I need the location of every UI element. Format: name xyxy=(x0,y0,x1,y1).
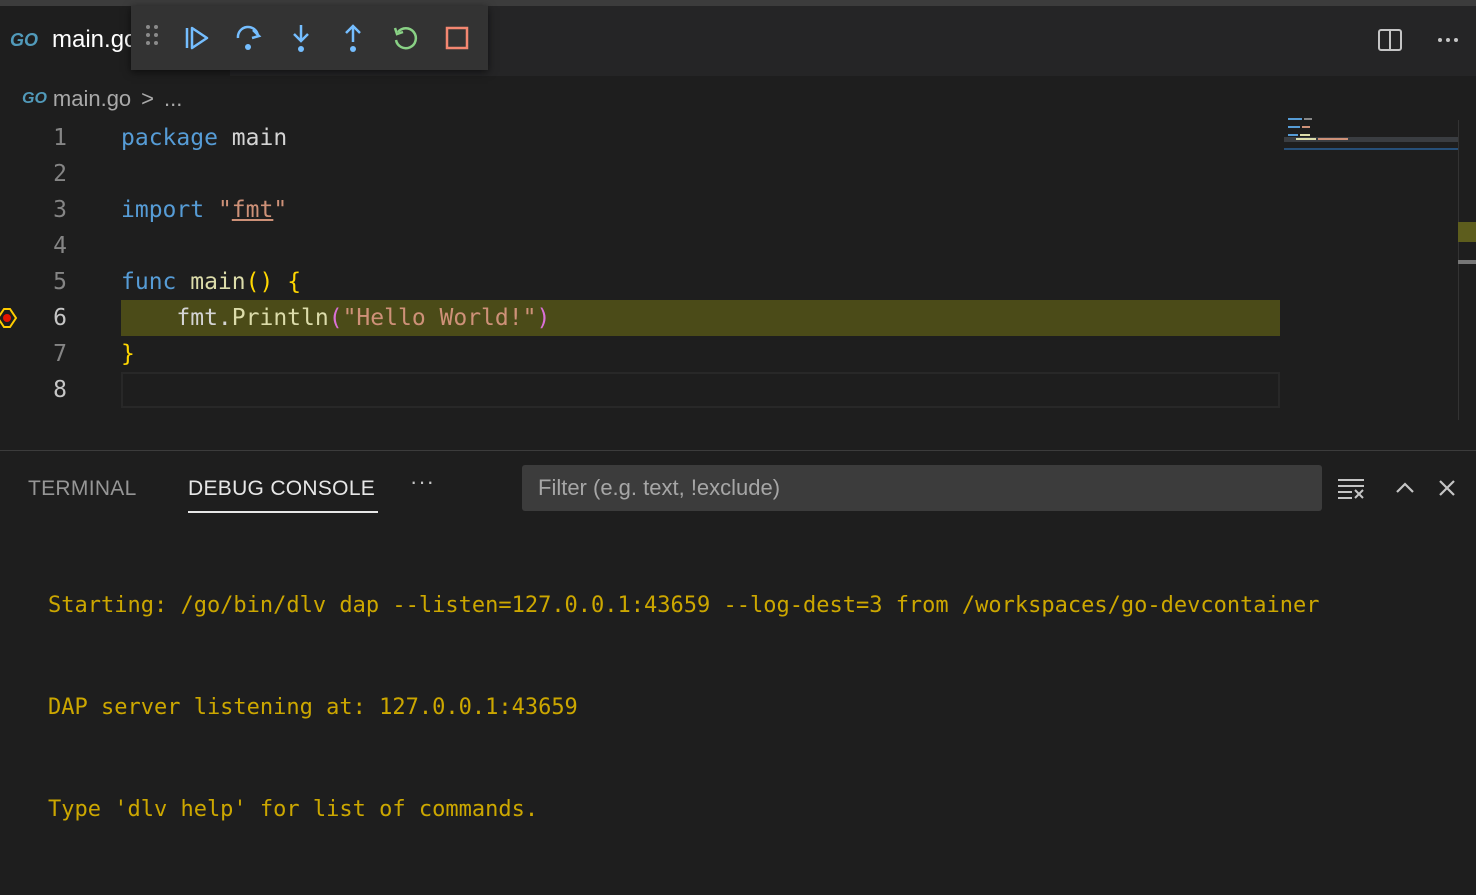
more-actions-icon[interactable] xyxy=(1434,26,1462,54)
step-into-button[interactable] xyxy=(275,18,327,58)
code-line: 5 func main() { xyxy=(0,264,1280,300)
filter-box xyxy=(522,465,1322,511)
continue-icon xyxy=(185,26,209,50)
stop-button[interactable] xyxy=(431,18,483,58)
code-line: 8 xyxy=(0,372,1280,408)
code-line: 7 } xyxy=(0,336,1280,372)
breadcrumb-symbol[interactable]: ... xyxy=(164,86,182,112)
line-number: 8 xyxy=(53,377,67,403)
line-number: 7 xyxy=(53,341,67,367)
paren: ) xyxy=(536,305,551,331)
go-file-icon: GO xyxy=(22,90,47,107)
clear-console-icon[interactable] xyxy=(1336,473,1366,503)
breadcrumb-file[interactable]: main.go xyxy=(53,86,131,112)
console-filter-input[interactable] xyxy=(536,474,1308,502)
bottom-panel: TERMINAL DEBUG CONSOLE ··· Starting: /go… xyxy=(0,450,1476,822)
continue-button[interactable] xyxy=(171,18,223,58)
paren: ( xyxy=(328,305,343,331)
code-line: 2 xyxy=(0,156,1280,192)
keyword: import xyxy=(121,197,205,223)
step-out-icon xyxy=(345,24,361,52)
package-ref: fmt. xyxy=(176,305,232,331)
keyword: func xyxy=(121,269,177,295)
drag-handle-icon[interactable] xyxy=(145,23,171,53)
console-line: Type 'dlv help' for list of commands. xyxy=(48,797,539,822)
stop-icon xyxy=(445,26,469,50)
string-quote: " xyxy=(273,197,288,223)
line-number: 2 xyxy=(53,161,67,187)
string-literal: "Hello World!" xyxy=(342,305,537,331)
brace: } xyxy=(121,341,135,367)
code-line: 4 xyxy=(0,228,1280,264)
editor-actions xyxy=(1376,26,1462,54)
split-editor-icon[interactable] xyxy=(1376,26,1404,54)
line-number: 1 xyxy=(53,125,67,151)
tab-label: main.go xyxy=(52,26,138,53)
scrollbar-current-line-marker xyxy=(1458,222,1476,242)
maximize-panel-icon[interactable] xyxy=(1390,473,1420,503)
debug-console-output: Starting: /go/bin/dlv dap --listen=127.0… xyxy=(48,521,1320,895)
step-out-button[interactable] xyxy=(327,18,379,58)
panel-more-icon[interactable]: ··· xyxy=(410,469,435,495)
code-line: 3 import "fmt" xyxy=(0,192,1280,228)
line-number: 4 xyxy=(53,233,67,259)
console-line: Starting: /go/bin/dlv dap --listen=127.0… xyxy=(48,593,1320,618)
minimap[interactable] xyxy=(1284,116,1458,156)
step-over-button[interactable] xyxy=(223,18,275,58)
step-into-icon xyxy=(293,25,309,52)
editor-scrollbar[interactable] xyxy=(1458,120,1476,420)
cursor-line-border xyxy=(121,372,1280,408)
restart-button[interactable] xyxy=(379,18,431,58)
restart-icon xyxy=(393,27,418,50)
debug-toolbar xyxy=(131,6,488,70)
tab-debug-console[interactable]: DEBUG CONSOLE xyxy=(188,477,375,501)
identifier: main xyxy=(217,125,288,151)
string-quote: " xyxy=(204,197,232,223)
console-line: DAP server listening at: 127.0.0.1:43659 xyxy=(48,695,578,720)
import-path: fmt xyxy=(231,197,274,223)
line-number: 5 xyxy=(53,269,67,295)
active-tab-indicator xyxy=(188,511,378,513)
code-line-current: 6 fmt.Println("Hello World!") xyxy=(0,300,1280,336)
paren: () xyxy=(245,269,274,295)
tab-terminal[interactable]: TERMINAL xyxy=(28,477,137,501)
line-number: 3 xyxy=(53,197,67,223)
function-name: main xyxy=(176,269,246,295)
scrollbar-cursor-marker xyxy=(1458,260,1476,264)
brace: { xyxy=(273,269,302,295)
keyword: package xyxy=(121,125,218,151)
go-file-icon: GO xyxy=(10,30,39,50)
breadcrumb: GO main.go > ... xyxy=(0,84,600,114)
line-number: 6 xyxy=(53,305,67,331)
function-call: Println xyxy=(231,305,329,331)
close-panel-icon[interactable] xyxy=(1432,473,1462,503)
code-line: 1 package main xyxy=(0,120,1280,156)
code-editor[interactable]: 1 package main 2 3 import "fmt" 4 5 func… xyxy=(0,120,1280,420)
chevron-right-icon: > xyxy=(141,86,155,111)
step-over-icon xyxy=(236,25,262,50)
